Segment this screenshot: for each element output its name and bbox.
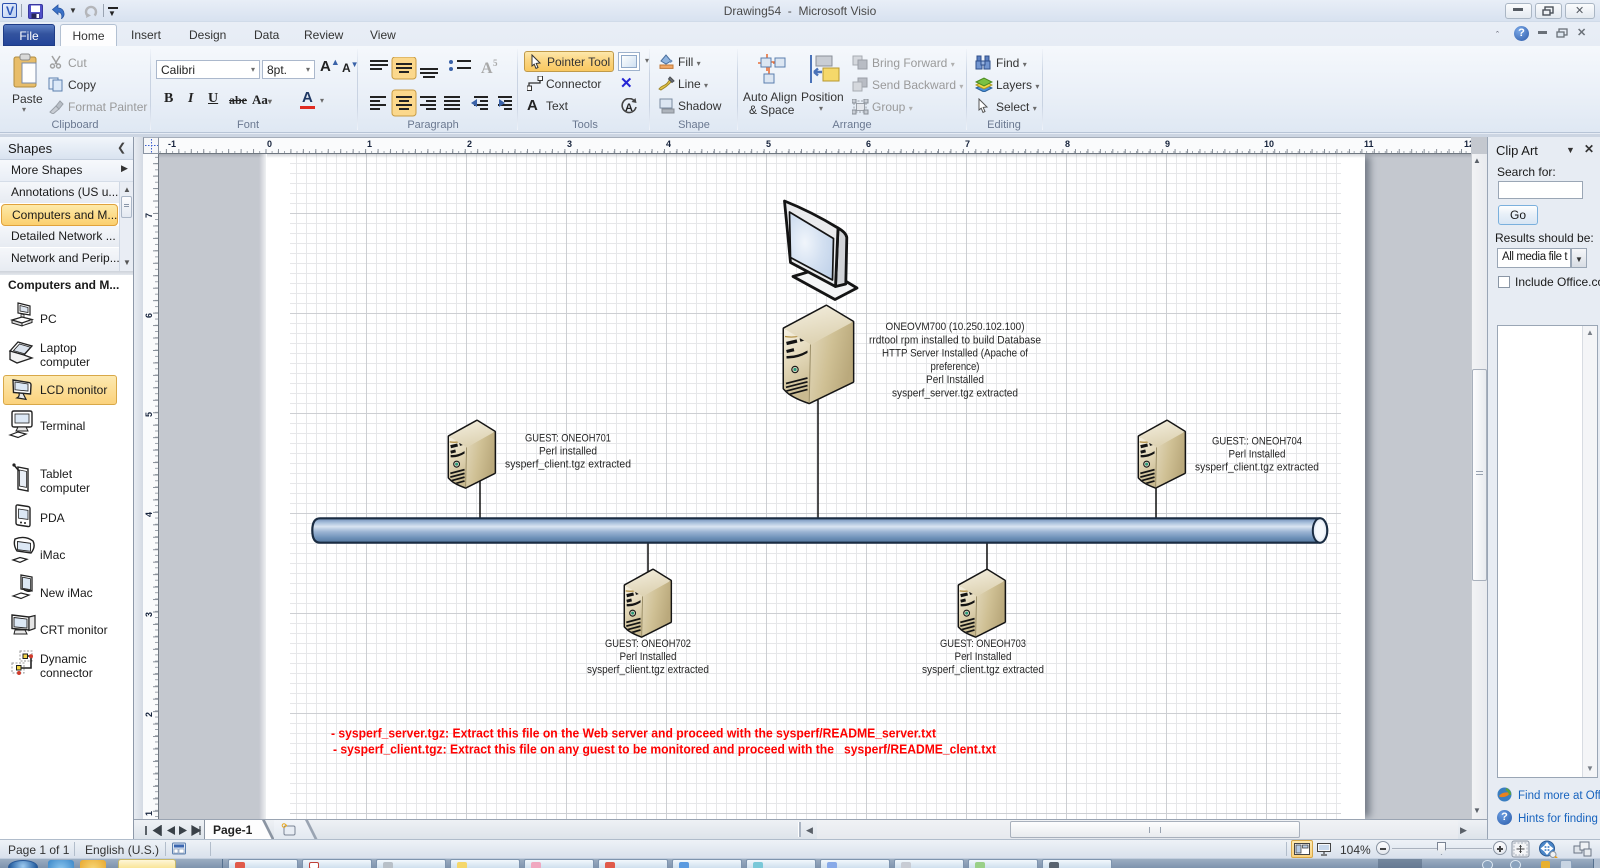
svg-text:Perl installed: Perl installed [539,446,597,458]
svg-text:sysperf_client.tgz extracted: sysperf_client.tgz extracted [587,664,709,676]
svg-text:preference): preference) [931,361,980,373]
svg-text:- sysperf_server.tgz: Extract: - sysperf_server.tgz: Extract this file … [331,727,937,741]
svg-text:Perl Installed: Perl Installed [620,651,677,663]
svg-text:sysperf_client.tgz extracted: sysperf_client.tgz extracted [505,459,631,471]
svg-text:sysperf_server.tgz extracted: sysperf_server.tgz extracted [892,388,1018,400]
svg-text:GUEST: ONEOH703: GUEST: ONEOH703 [940,638,1026,650]
svg-text:rrdtool rpm installed to build: rrdtool rpm installed to build Database [869,334,1041,346]
svg-text:HTTP Server Installed (Apache: HTTP Server Installed (Apache of [882,348,1029,360]
svg-text:ONEOVM700 (10.250.102.100): ONEOVM700 (10.250.102.100) [886,321,1025,333]
svg-text:GUEST:: ONEOH704: GUEST:: ONEOH704 [1212,436,1302,448]
svg-text:A: A [625,102,633,114]
svg-text:5: 5 [493,58,498,68]
svg-text:Perl Installed: Perl Installed [1229,449,1286,461]
svg-text:GUEST: ONEOH702: GUEST: ONEOH702 [605,638,691,650]
svg-text:A: A [481,60,493,77]
svg-text:sysperf_client.tgz extracted: sysperf_client.tgz extracted [922,664,1044,676]
svg-text:sysperf_client.tgz extracted: sysperf_client.tgz extracted [1195,462,1319,474]
svg-text:Perl Installed: Perl Installed [955,651,1012,663]
svg-text:Perl Installed: Perl Installed [926,374,984,386]
svg-text:GUEST: ONEOH701: GUEST: ONEOH701 [525,433,611,445]
svg-text:- sysperf_client.tgz: Extract: - sysperf_client.tgz: Extract this file … [333,743,997,757]
